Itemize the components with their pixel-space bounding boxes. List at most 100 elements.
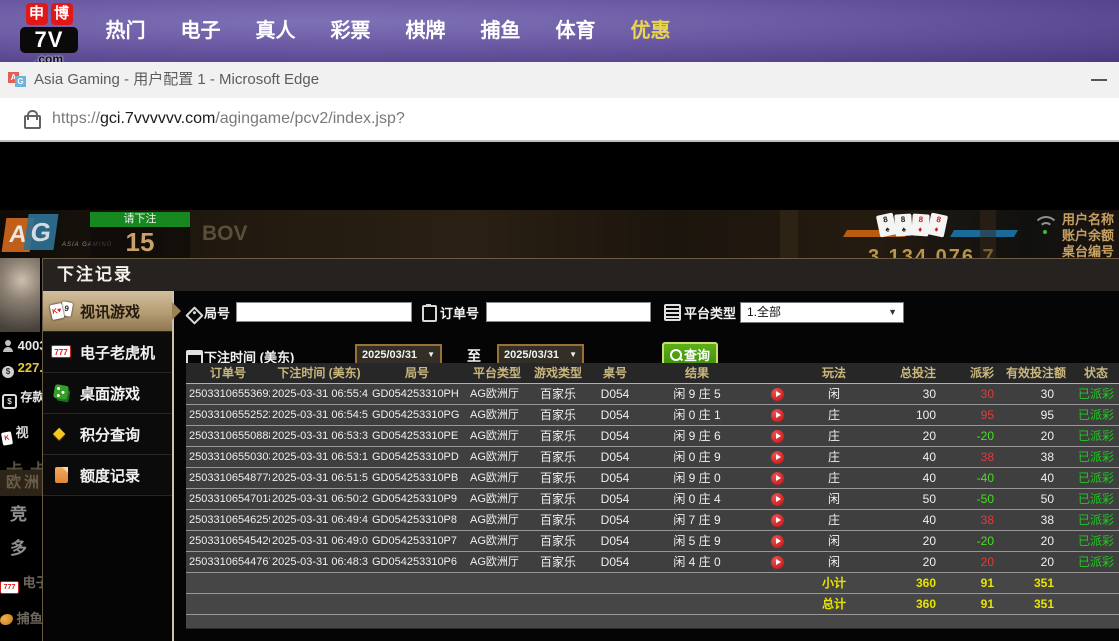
cell-valid-bet: 95 <box>1006 405 1072 425</box>
nav-item-board[interactable]: 棋牌 <box>388 0 463 62</box>
cell-platform: AG欧洲厅 <box>466 447 528 467</box>
cell-table-no: D054 <box>588 468 642 488</box>
nav-item-sports[interactable]: 体育 <box>538 0 613 62</box>
clipboard-icon <box>422 305 437 322</box>
cell-platform: AG欧洲厅 <box>466 468 528 488</box>
round-input[interactable] <box>236 302 412 322</box>
balance-value: 227. <box>18 360 42 375</box>
cell-order-id: 250331065454268 <box>186 531 270 551</box>
cell-total-bet: 40 <box>866 468 950 488</box>
cell-game-type: 百家乐 <box>528 552 588 572</box>
cell-round-id: GD054253310P7 <box>368 531 466 551</box>
cell-payout: 30 <box>950 384 1006 404</box>
deposit-label: 存款 <box>20 390 42 404</box>
jackpot-value: 3,134,076.7 <box>868 246 996 258</box>
col-header-round-id: 局号 <box>368 363 466 383</box>
cell-bet-time: 2025-03-31 06:53:38 <box>270 426 368 446</box>
lobby-hall-europe[interactable]: 欧洲 <box>0 470 42 496</box>
col-header-result: 结果 <box>642 363 752 383</box>
menu-item-table-games[interactable]: 桌面游戏 <box>43 373 172 414</box>
site-navbar: 申 博 7V .com 热门电子真人彩票棋牌捕鱼体育优惠 <box>0 0 1119 64</box>
nav-item-slots[interactable]: 电子 <box>163 0 238 62</box>
query-button-label: 查询 <box>684 348 710 363</box>
replay-play-icon[interactable] <box>771 493 784 506</box>
cell-bet-time: 2025-03-31 06:55:47 <box>270 384 368 404</box>
window-titlebar: A G Asia Gaming - 用户配置 1 - Microsoft Edg… <box>0 62 1119 99</box>
nav-item-lottery[interactable]: 彩票 <box>313 0 388 62</box>
cell-payout: -40 <box>950 468 1006 488</box>
cell-total-bet: 100 <box>866 405 950 425</box>
cell-replay <box>752 468 802 488</box>
playing-card: 8♦ <box>927 212 948 237</box>
lobby-hall-duo[interactable]: 多 <box>10 534 27 559</box>
moneybag-icon: $ <box>2 366 14 378</box>
order-input[interactable] <box>486 302 651 322</box>
nav-item-fishing[interactable]: 捕鱼 <box>463 0 538 62</box>
platform-label: 平台类型 <box>684 303 736 322</box>
cell-game-type: 百家乐 <box>528 426 588 446</box>
grand-total-row-round-id <box>368 594 466 614</box>
replay-play-icon[interactable] <box>771 430 784 443</box>
grand-total-row-order-id <box>186 594 270 614</box>
deposit-button[interactable]: $ 存款 <box>2 388 42 409</box>
menu-item-points-query[interactable]: 积分查询 <box>43 414 172 455</box>
card-icon: K <box>1 431 13 446</box>
grand-total-row-valid-bet: 351 <box>1006 594 1072 614</box>
subtotal-row-payout: 91 <box>950 573 1006 593</box>
url-text[interactable]: https://gci.7vvvvvv.com/agingame/pcv2/in… <box>52 98 405 140</box>
nav-item-promo[interactable]: 优惠 <box>613 0 688 62</box>
cell-status: 已派彩 <box>1072 531 1119 551</box>
url-domain: gci.7vvvvvv.com <box>100 110 215 127</box>
col-header-status: 状态 <box>1072 363 1119 383</box>
cell-order-id: 250331065487781 <box>186 468 270 488</box>
grand-total-row-game-type <box>528 594 588 614</box>
cell-bet-time: 2025-03-31 06:49:07 <box>270 531 368 551</box>
subtotal-row-order-id <box>186 573 270 593</box>
site-logo[interactable]: 申 博 7V .com <box>18 3 80 66</box>
replay-play-icon[interactable] <box>771 409 784 422</box>
cell-play: 庄 <box>802 510 866 530</box>
menu-item-slot-machines[interactable]: 电子老虎机 <box>43 332 172 373</box>
ag-logo-g: G <box>23 214 58 250</box>
lobby-item-video[interactable]: K 视 <box>2 422 29 445</box>
replay-play-icon[interactable] <box>771 451 784 464</box>
cell-play: 庄 <box>802 468 866 488</box>
cell-replay <box>752 426 802 446</box>
replay-play-icon[interactable] <box>771 535 784 548</box>
tag-icon <box>185 306 203 324</box>
cell-round-id: GD054253310PB <box>368 468 466 488</box>
info-label-0: 用户名称 <box>1062 212 1119 228</box>
table-row: 2503310654877812025-03-31 06:51:54GD0542… <box>186 468 1119 489</box>
address-bar[interactable]: https://gci.7vvvvvv.com/agingame/pcv2/in… <box>0 98 1119 142</box>
lobby-item-slots[interactable]: 777 电子游戏 <box>0 572 42 594</box>
cell-order-id: 250331065447670 <box>186 552 270 572</box>
nav-item-live[interactable]: 真人 <box>238 0 313 62</box>
col-header-replay <box>752 363 802 383</box>
nav-item-hot[interactable]: 热门 <box>88 0 163 62</box>
lobby-hall-jing[interactable]: 竞 <box>10 500 27 525</box>
replay-play-icon[interactable] <box>771 388 784 401</box>
cell-table-no: D054 <box>588 384 642 404</box>
cell-payout: 95 <box>950 405 1006 425</box>
minimize-button[interactable] <box>1089 72 1111 88</box>
cell-replay <box>752 510 802 530</box>
cell-bet-time: 2025-03-31 06:54:54 <box>270 405 368 425</box>
menu-item-label: 电子老虎机 <box>80 342 155 363</box>
cell-status: 已派彩 <box>1072 489 1119 509</box>
menu-item-video-games[interactable]: 视讯游戏 <box>43 291 172 332</box>
replay-play-icon[interactable] <box>771 514 784 527</box>
replay-play-icon[interactable] <box>771 556 784 569</box>
cell-total-bet: 20 <box>866 552 950 572</box>
cell-valid-bet: 40 <box>1006 468 1072 488</box>
menu-item-quota-records[interactable]: 额度记录 <box>43 455 172 496</box>
cell-replay <box>752 405 802 425</box>
cell-payout: -20 <box>950 426 1006 446</box>
replay-play-icon[interactable] <box>771 472 784 485</box>
col-header-game-type: 游戏类型 <box>528 363 588 383</box>
lobby-item-fishing[interactable]: 捕鱼王 <box>0 608 42 627</box>
cell-total-bet: 30 <box>866 384 950 404</box>
menu-item-label: 额度记录 <box>80 465 140 486</box>
cell-result: 闲 5 庄 9 <box>642 531 752 551</box>
date-from-value: 2025/03/31 <box>362 349 417 361</box>
platform-select[interactable]: 1.全部▼ <box>740 302 904 323</box>
